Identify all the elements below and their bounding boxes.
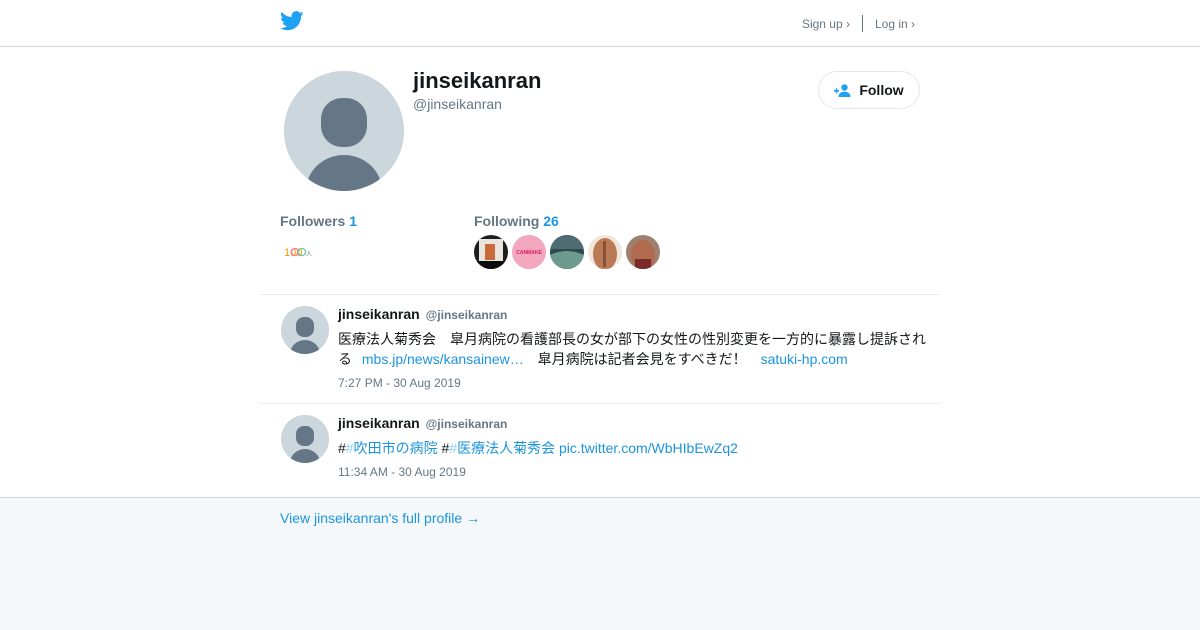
following-count: 26 bbox=[543, 213, 559, 229]
followers-thumbs: 100 人 bbox=[280, 235, 318, 269]
tweet-author-name[interactable]: jinseikanran bbox=[338, 306, 420, 322]
anniversary-100-logo: 100 人 bbox=[280, 235, 314, 269]
tweet-author-handle[interactable]: @jinseikanran bbox=[426, 308, 508, 322]
following-thumb-3[interactable] bbox=[550, 235, 584, 269]
add-user-icon bbox=[834, 83, 851, 97]
auth-nav: Sign up › Log in › bbox=[802, 15, 915, 32]
tweet-text-body: 皐月病院は記者会見をすべきだ！ bbox=[537, 351, 747, 367]
tweet-header: jinseikanran @jinseikanran bbox=[338, 415, 507, 431]
login-link[interactable]: Log in › bbox=[875, 17, 915, 31]
followers-count: 1 bbox=[349, 213, 358, 229]
following-thumb-3-image bbox=[550, 235, 584, 269]
default-avatar-icon bbox=[284, 71, 404, 191]
tweet-avatar[interactable] bbox=[281, 415, 329, 463]
hashtag-link[interactable]: #吹田市の病院 bbox=[346, 440, 438, 456]
tweet-link[interactable]: mbs.jp/news/kansainew… bbox=[362, 351, 524, 367]
canmake-logo: CANMAKE bbox=[512, 235, 546, 269]
follower-thumb-100[interactable]: 100 人 bbox=[280, 235, 314, 269]
following-thumb-4-image bbox=[588, 235, 622, 269]
tweet-timestamp[interactable]: 7:27 PM - 30 Aug 2019 bbox=[338, 376, 461, 390]
tweet-avatar[interactable] bbox=[281, 306, 329, 354]
tweet-text: 医療法人菊秀会 皐月病院の看護部長の女が部下の女性の性別変更を一方的に暴露し提訴… bbox=[338, 329, 930, 369]
full-profile-link[interactable]: View jinseikanran's full profile → bbox=[280, 510, 480, 526]
followers-label: Followers bbox=[280, 213, 346, 229]
twitter-bird-icon[interactable] bbox=[280, 11, 304, 31]
following-thumb-1-image bbox=[474, 235, 508, 269]
default-avatar-icon bbox=[281, 415, 329, 463]
followers-stat[interactable]: Followers 1 bbox=[280, 213, 357, 229]
tweet-link[interactable]: satuki-hp.com bbox=[761, 351, 848, 367]
top-bar: Sign up › Log in › bbox=[0, 0, 1200, 47]
hash-symbol: # bbox=[338, 440, 346, 456]
following-thumbs: CANMAKE bbox=[474, 235, 664, 269]
profile-handle: @jinseikanran bbox=[413, 96, 502, 112]
follow-button-label: Follow bbox=[859, 82, 904, 98]
following-thumb-5-image bbox=[626, 235, 660, 269]
tweet-author-name[interactable]: jinseikanran bbox=[338, 415, 420, 431]
following-thumb-1[interactable] bbox=[474, 235, 508, 269]
profile-name: jinseikanran bbox=[413, 68, 542, 93]
profile-card: jinseikanran @jinseikanran Follow Follow… bbox=[0, 47, 1200, 498]
tweet-author-handle[interactable]: @jinseikanran bbox=[426, 417, 508, 431]
following-thumb-canmake[interactable]: CANMAKE bbox=[512, 235, 546, 269]
svg-text:人: 人 bbox=[306, 251, 312, 258]
default-avatar-icon bbox=[281, 306, 329, 354]
following-thumb-5[interactable] bbox=[626, 235, 660, 269]
tweet-header: jinseikanran @jinseikanran bbox=[338, 306, 507, 322]
tweet-media-link[interactable]: pic.twitter.com/WbHIbEwZq2 bbox=[559, 440, 738, 456]
tweet: jinseikanran @jinseikanran 医療法人菊秀会 皐月病院の… bbox=[260, 295, 940, 403]
following-stat[interactable]: Following 26 bbox=[474, 213, 559, 229]
following-label: Following bbox=[474, 213, 540, 229]
profile-avatar[interactable] bbox=[284, 71, 404, 191]
following-thumb-4[interactable] bbox=[588, 235, 622, 269]
canmake-logo-text: CANMAKE bbox=[516, 250, 542, 256]
tweet-timestamp[interactable]: 11:34 AM - 30 Aug 2019 bbox=[338, 465, 466, 479]
tweet: jinseikanran @jinseikanran ##吹田市の病院 ##医療… bbox=[260, 404, 940, 497]
tweet-text: ##吹田市の病院 ##医療法人菊秀会 pic.twitter.com/WbHIb… bbox=[338, 438, 930, 458]
hashtag-link[interactable]: #医療法人菊秀会 bbox=[449, 440, 555, 456]
signup-link[interactable]: Sign up › bbox=[802, 17, 850, 31]
follow-button[interactable]: Follow bbox=[818, 71, 920, 109]
nav-divider bbox=[861, 15, 863, 32]
